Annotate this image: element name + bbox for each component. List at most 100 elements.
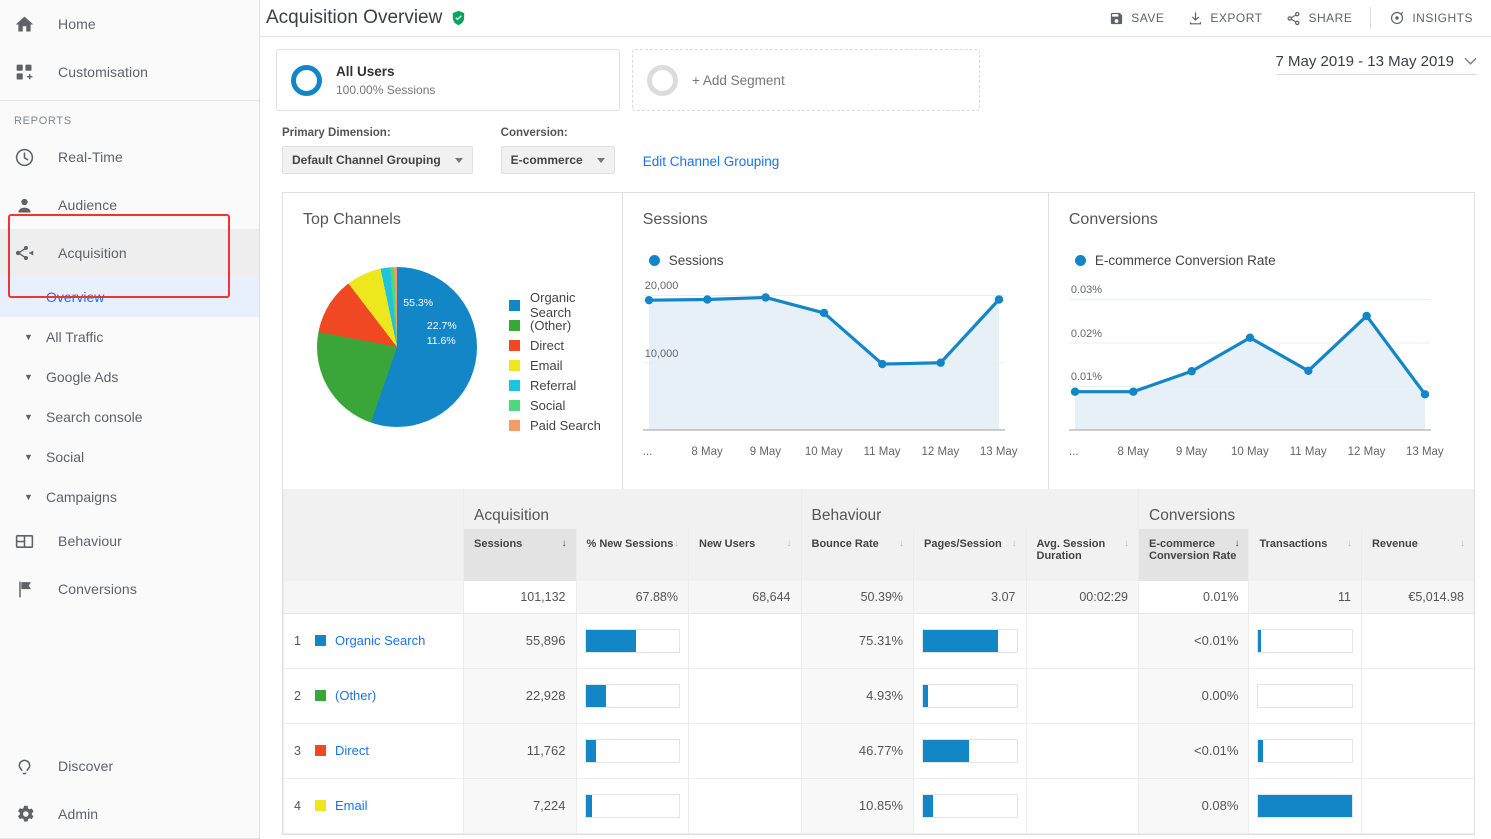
sidebar-item-audience[interactable]: Audience [0, 181, 259, 229]
add-segment-button[interactable]: + Add Segment [632, 49, 980, 111]
table-row[interactable]: 1Organic Search55,89675.31%<0.01% [284, 613, 1475, 668]
bar-fill [586, 795, 593, 817]
bar-cell [1249, 613, 1362, 668]
sidebar-item-admin[interactable]: Admin [0, 790, 260, 838]
table-row[interactable]: 4Email7,22410.85%0.08% [284, 778, 1475, 833]
sidebar-item-all-traffic[interactable]: ▼ All Traffic [0, 317, 259, 357]
totals-cell: 68,644 [689, 581, 802, 613]
flag-icon [14, 577, 46, 601]
conversions-x-axis: ...8 May9 May10 May11 May12 May13 May [1069, 446, 1454, 458]
behaviour-icon [14, 529, 46, 553]
column-header-pages-session[interactable]: Pages/Session↓ [914, 529, 1027, 581]
sidebar-item-real-time[interactable]: Real-Time [0, 133, 259, 181]
table-row[interactable]: 3Direct11,76246.77%<0.01% [284, 723, 1475, 778]
channel-wrapper: 4Email [294, 798, 453, 813]
pie-legend-item[interactable]: Organic Search [509, 295, 602, 315]
group-header-blank [284, 489, 464, 529]
sessions-line-chart[interactable]: 10,00020,000 [643, 282, 1028, 442]
chevron-down-icon: ▼ [24, 333, 42, 342]
pie-label-direct: 11.6% [427, 335, 456, 347]
channel-link[interactable]: Direct [335, 743, 369, 758]
bar-cell [576, 723, 689, 778]
legend-swatch-icon [509, 420, 520, 431]
segment-all-users[interactable]: All Users 100.00% Sessions [276, 49, 620, 111]
sidebar-item-search-console[interactable]: ▼ Search console [0, 397, 259, 437]
sessions-legend: Sessions [649, 253, 1028, 268]
column-header-revenue[interactable]: Revenue↓ [1361, 529, 1474, 581]
table-row[interactable]: 2(Other)22,9284.93%0.00% [284, 668, 1475, 723]
sessions-panel: Sessions Sessions 10,00020,000 ...8 May9… [622, 193, 1048, 489]
column-header-e-commerce-conversion-rate[interactable]: E-commerce Conversion Rate↓ [1139, 529, 1249, 581]
column-header-transactions[interactable]: Transactions↓ [1249, 529, 1362, 581]
metric-cell: 55,896 [464, 613, 577, 668]
channel-link[interactable]: (Other) [335, 688, 376, 703]
chevron-down-icon [597, 158, 605, 163]
sidebar-subitem-label: Social [46, 449, 84, 465]
bar-track [585, 794, 681, 818]
sidebar-item-conversions[interactable]: Conversions [0, 565, 259, 613]
sort-arrow-icon: ↓ [899, 538, 904, 549]
pie-legend-item[interactable]: Direct [509, 335, 602, 355]
legend-swatch-icon [509, 300, 520, 311]
main-content: Acquisition Overview SAVE EXPORT SHARE [260, 0, 1491, 839]
totals-label-cell [284, 581, 464, 613]
bar-cell [1249, 778, 1362, 833]
conversions-line-chart[interactable]: 0.01%0.02%0.03% [1069, 282, 1454, 442]
metric-cell [1026, 668, 1139, 723]
chart-panels: Top Channels 55.3% 22.7% 11.6% Organic S… [282, 192, 1475, 489]
sidebar-item-overview[interactable]: Overview [0, 277, 259, 317]
column-header-label: Sessions [474, 538, 522, 550]
sidebar-item-campaigns[interactable]: ▼ Campaigns [0, 477, 259, 517]
pie-legend-label: Referral [530, 378, 576, 393]
sidebar-item-social[interactable]: ▼ Social [0, 437, 259, 477]
sidebar-item-acquisition[interactable]: Acquisition [0, 229, 259, 277]
conversion-select[interactable]: E-commerce [501, 146, 615, 174]
pie-chart[interactable]: 55.3% 22.7% 11.6% [317, 267, 477, 427]
channel-cell: 2(Other) [284, 668, 464, 723]
date-range-picker[interactable]: 7 May 2019 - 13 May 2019 [1276, 53, 1477, 75]
legend-swatch-icon [509, 340, 520, 351]
pie-legend-item[interactable]: Referral [509, 375, 602, 395]
bar-fill [586, 740, 596, 762]
channel-link[interactable]: Email [335, 798, 368, 813]
pie-legend-item[interactable]: Paid Search [509, 415, 602, 435]
sidebar-item-label: Conversions [58, 581, 137, 597]
sessions-legend-label: Sessions [669, 253, 724, 268]
sidebar-item-customisation[interactable]: Customisation [0, 48, 259, 96]
share-button[interactable]: SHARE [1274, 5, 1364, 32]
primary-dimension-select[interactable]: Default Channel Grouping [282, 146, 473, 174]
sidebar-item-google-ads[interactable]: ▼ Google Ads [0, 357, 259, 397]
metric-cell: 4.93% [801, 668, 914, 723]
conversions-title: Conversions [1069, 211, 1454, 229]
sidebar-subitem-label: All Traffic [46, 329, 103, 345]
bar-track [1257, 739, 1353, 763]
sidebar-item-discover[interactable]: Discover [0, 742, 260, 790]
chevron-down-icon [455, 158, 463, 163]
column-header-label: Transactions [1259, 538, 1327, 550]
metric-cell: <0.01% [1139, 613, 1249, 668]
page-title: Acquisition Overview [266, 7, 467, 29]
sidebar-item-home[interactable]: Home [0, 0, 259, 48]
metric-cell [689, 613, 802, 668]
insights-button[interactable]: INSIGHTS [1377, 4, 1485, 32]
save-button[interactable]: SAVE [1097, 5, 1176, 32]
sidebar-section-reports: REPORTS [0, 105, 259, 133]
pie-legend-label: Organic Search [530, 290, 602, 320]
dimension-controls: Primary Dimension: Default Channel Group… [260, 111, 1491, 174]
column-header-new-sessions[interactable]: % New Sessions↓ [576, 529, 689, 581]
channel-link[interactable]: Organic Search [335, 633, 425, 648]
pie-legend-label: (Other) [530, 318, 571, 333]
metric-cell [1026, 778, 1139, 833]
x-axis-tick-label: 8 May [1104, 446, 1162, 458]
sidebar: Home Customisation REPORTS Real-Time [0, 0, 260, 839]
edit-channel-grouping-link[interactable]: Edit Channel Grouping [643, 154, 780, 174]
pie-legend-item[interactable]: Email [509, 355, 602, 375]
column-header-sessions[interactable]: Sessions↓ [464, 529, 577, 581]
pie-legend-item[interactable]: Social [509, 395, 602, 415]
bar-track [585, 684, 681, 708]
column-header-new-users[interactable]: New Users↓ [689, 529, 802, 581]
column-header-avg-session-duration[interactable]: Avg. Session Duration↓ [1026, 529, 1139, 581]
export-button[interactable]: EXPORT [1176, 5, 1274, 32]
column-header-bounce-rate[interactable]: Bounce Rate↓ [801, 529, 914, 581]
sidebar-item-behaviour[interactable]: Behaviour [0, 517, 259, 565]
